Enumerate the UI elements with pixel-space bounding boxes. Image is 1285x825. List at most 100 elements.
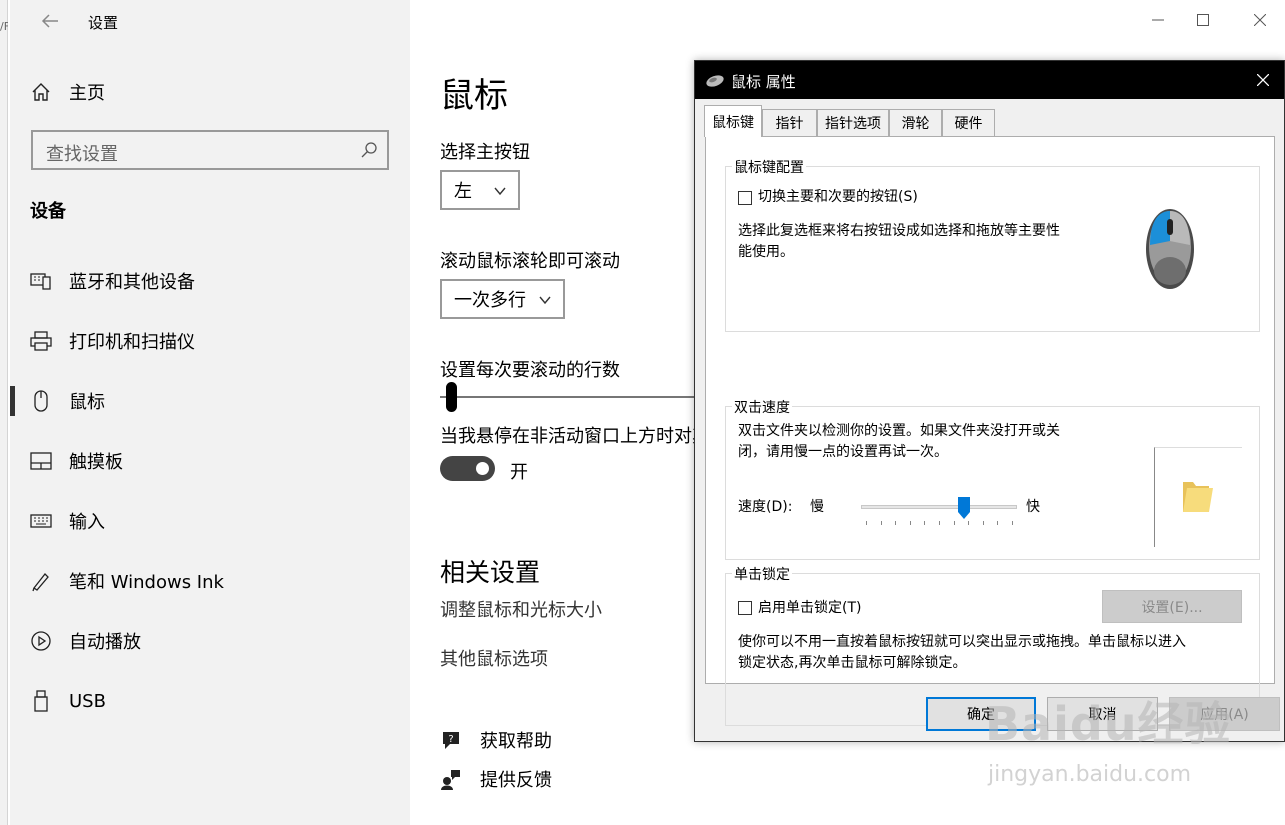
speed-slider-tick xyxy=(954,521,955,525)
background-window-edge xyxy=(0,0,8,825)
bluetooth-devices-icon xyxy=(30,270,52,292)
close-icon xyxy=(1257,74,1269,86)
mouse-icon xyxy=(30,390,52,412)
touchpad-icon xyxy=(30,450,52,472)
hover-scroll-label: 当我悬停在非活动窗口上方时对其 xyxy=(440,426,710,447)
speed-slider-tick xyxy=(1012,521,1013,525)
sidebar: 设置 主页 查找设置 设备 蓝牙和其他设备 打印机和扫描仪 鼠标 触摸板 输入 … xyxy=(10,0,410,825)
lines-slider-track[interactable] xyxy=(440,396,700,398)
speed-fast-label: 快 xyxy=(1026,499,1040,515)
test-area[interactable] xyxy=(1154,447,1242,547)
dialog-close-button[interactable] xyxy=(1250,67,1276,93)
folder-icon[interactable] xyxy=(1179,476,1215,516)
dialog-titlebar[interactable]: 鼠标 属性 xyxy=(695,61,1284,99)
primary-button-dropdown[interactable]: 左 xyxy=(440,170,520,210)
switch-buttons-label[interactable]: 切换主要和次要的按钮(S) xyxy=(758,187,918,208)
minimize-button[interactable] xyxy=(1138,5,1178,35)
maximize-button[interactable] xyxy=(1183,5,1223,35)
sidebar-item-label: 笔和 Windows Ink xyxy=(69,572,224,593)
hover-scroll-toggle[interactable] xyxy=(440,456,495,481)
config-description-line1: 选择此复选框来将右按钮设成如选择和拖放等主要性 xyxy=(738,223,1060,239)
primary-button-label: 选择主按钮 xyxy=(440,142,530,163)
speed-slider-tick xyxy=(910,521,911,525)
sidebar-item-usb[interactable]: USB xyxy=(10,681,410,721)
speed-label: 速度(D): xyxy=(738,499,793,515)
scroll-dropdown[interactable]: 一次多行 xyxy=(440,279,565,319)
click-lock-settings-button[interactable]: 设置(E)... xyxy=(1102,590,1242,623)
button-config-group: 鼠标键配置 切换主要和次要的按钮(S) 选择此复选框来将右按钮设成如选择和拖放等… xyxy=(725,157,1260,332)
sidebar-item-autoplay[interactable]: 自动播放 xyxy=(10,621,410,661)
speed-slider-tick xyxy=(895,521,896,525)
sidebar-item-label: 蓝牙和其他设备 xyxy=(69,272,195,293)
usb-icon xyxy=(30,690,52,712)
lines-slider-thumb[interactable] xyxy=(446,382,457,412)
config-description-line2: 能使用。 xyxy=(738,244,794,260)
maximize-icon xyxy=(1197,14,1209,26)
sidebar-item-label: 鼠标 xyxy=(69,392,105,413)
back-button[interactable] xyxy=(28,6,72,36)
sidebar-item-bluetooth[interactable]: 蓝牙和其他设备 xyxy=(10,261,410,301)
tab-wheel[interactable]: 滑轮 xyxy=(889,109,942,136)
link-additional-mouse-options[interactable]: 其他鼠标选项 xyxy=(440,645,548,671)
link-cursor-size[interactable]: 调整鼠标和光标大小 xyxy=(440,596,602,622)
click-lock-description-line1: 使你可以不用一直按着鼠标按钮就可以突出显示或拖拽。单击鼠标以进入 xyxy=(738,634,1186,650)
sidebar-item-label: 主页 xyxy=(69,83,105,104)
section-title: 设备 xyxy=(30,201,66,222)
sidebar-item-pen[interactable]: 笔和 Windows Ink xyxy=(10,561,410,601)
speed-slider-thumb[interactable] xyxy=(958,497,970,519)
watermark-subtext: jingyan.baidu.com xyxy=(988,762,1192,787)
printer-icon xyxy=(30,330,52,352)
home-icon xyxy=(30,81,52,103)
search-input[interactable]: 查找设置 xyxy=(31,130,389,170)
sidebar-item-touchpad[interactable]: 触摸板 xyxy=(10,441,410,481)
click-lock-description-line2: 锁定状态,再次单击鼠标可解除锁定。 xyxy=(738,655,967,671)
tab-panel: 鼠标键配置 切换主要和次要的按钮(S) 选择此复选框来将右按钮设成如选择和拖放等… xyxy=(705,136,1275,726)
tab-hardware[interactable]: 硬件 xyxy=(942,109,995,136)
sidebar-item-label: USB xyxy=(69,690,106,712)
double-click-group: 双击速度 双击文件夹以检测你的设置。如果文件夹没打开或关 闭，请用慢一点的设置再… xyxy=(725,397,1260,560)
chevron-down-icon xyxy=(494,187,506,196)
help-icon: ? xyxy=(443,732,459,749)
sidebar-item-label: 打印机和扫描仪 xyxy=(69,332,195,353)
click-lock-checkbox[interactable] xyxy=(738,601,752,615)
speed-slider-tick xyxy=(881,521,882,525)
search-placeholder: 查找设置 xyxy=(46,144,118,165)
close-button[interactable] xyxy=(1240,5,1280,35)
sidebar-item-typing[interactable]: 输入 xyxy=(10,501,410,541)
tab-pointer-options[interactable]: 指针选项 xyxy=(817,109,889,136)
scroll-label: 滚动鼠标滚轮即可滚动 xyxy=(440,251,620,272)
group-title: 单击锁定 xyxy=(732,564,792,584)
close-icon xyxy=(1254,14,1266,26)
mouse-illustration-icon xyxy=(1146,209,1194,289)
tab-buttons[interactable]: 鼠标键 xyxy=(704,105,762,137)
dropdown-value: 一次多行 xyxy=(454,290,526,311)
switch-buttons-checkbox[interactable] xyxy=(738,191,752,205)
double-click-description-line2: 闭，请用慢一点的设置再试一次。 xyxy=(738,444,948,460)
sidebar-item-label: 自动播放 xyxy=(69,632,141,653)
speed-slider-tick xyxy=(968,521,969,525)
feedback-link-label: 提供反馈 xyxy=(480,770,552,791)
speed-slider-tick xyxy=(924,521,925,525)
speed-slider-track[interactable] xyxy=(861,505,1017,509)
speed-slider-tick xyxy=(866,521,867,525)
background-window-text: /F xyxy=(0,20,8,33)
sidebar-item-label: 输入 xyxy=(69,512,105,533)
mouse-properties-dialog: 鼠标 属性 鼠标键 指针 指针选项 滑轮 硬件 鼠标键配置 切换主要和次要的按钮… xyxy=(694,60,1285,742)
minimize-icon xyxy=(1152,19,1164,21)
speed-slider-tick xyxy=(939,521,940,525)
feedback-link[interactable]: 提供反馈 xyxy=(440,764,552,794)
watermark: Baidu经验 xyxy=(985,697,1232,751)
dropdown-value: 左 xyxy=(454,181,472,202)
toggle-knob xyxy=(476,462,489,475)
group-title: 鼠标键配置 xyxy=(732,157,806,177)
click-lock-label[interactable]: 启用单击锁定(T) xyxy=(758,598,861,619)
autoplay-icon xyxy=(30,630,52,652)
toggle-state-label: 开 xyxy=(510,462,528,483)
sidebar-item-printers[interactable]: 打印机和扫描仪 xyxy=(10,321,410,361)
sidebar-item-home[interactable]: 主页 xyxy=(10,72,410,112)
app-title: 设置 xyxy=(88,14,119,32)
speed-slider-ticks xyxy=(866,521,1013,525)
get-help-link[interactable]: ? 获取帮助 xyxy=(440,725,552,755)
tab-pointers[interactable]: 指针 xyxy=(762,109,817,136)
sidebar-item-mouse[interactable]: 鼠标 xyxy=(10,381,410,421)
